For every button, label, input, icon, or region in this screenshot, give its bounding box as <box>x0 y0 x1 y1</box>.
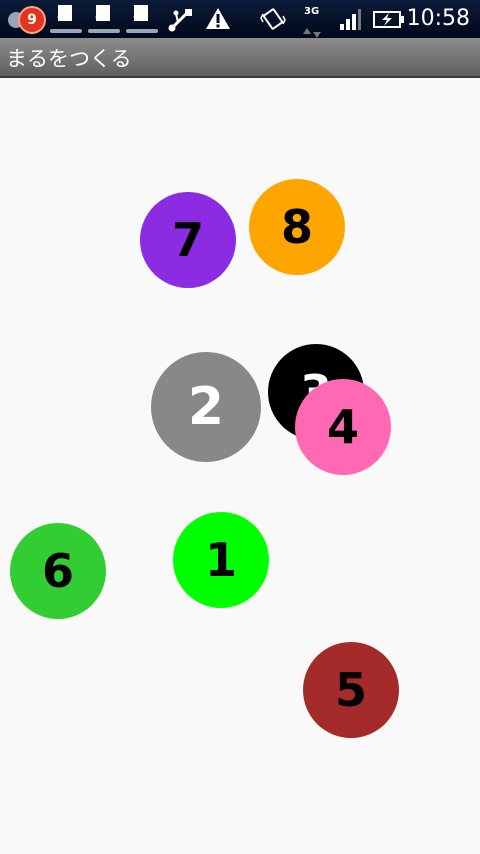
download-complete-icon[interactable]: ✔ <box>126 3 158 35</box>
warning-icon <box>206 8 230 29</box>
circle[interactable]: 5 <box>303 642 399 738</box>
clock: 10:58 <box>406 6 470 31</box>
status-bar: 9 ✔ ✔ ✔ 3G 10:58 <box>0 0 480 38</box>
vibrate-icon <box>260 8 286 30</box>
circle[interactable]: 2 <box>151 352 261 462</box>
signal-strength-icon <box>340 9 361 30</box>
circle[interactable]: 6 <box>10 523 106 619</box>
title-bar: まるをつくる <box>0 38 480 78</box>
circle[interactable]: 1 <box>173 512 269 608</box>
usb-icon <box>168 9 192 32</box>
download-complete-icon[interactable]: ✔ <box>88 3 120 35</box>
circle[interactable]: 8 <box>249 179 345 275</box>
battery-charging-icon <box>373 11 404 28</box>
circle[interactable]: 4 <box>295 379 391 475</box>
download-complete-icon[interactable]: ✔ <box>50 3 82 35</box>
app-title: まるをつくる <box>6 47 132 71</box>
drawing-canvas[interactable]: 7 8 2 3 4 6 1 5 <box>0 78 480 854</box>
circle[interactable]: 7 <box>140 192 236 288</box>
network-type: 3G <box>304 6 320 17</box>
notification-badge[interactable]: 9 <box>18 6 46 34</box>
